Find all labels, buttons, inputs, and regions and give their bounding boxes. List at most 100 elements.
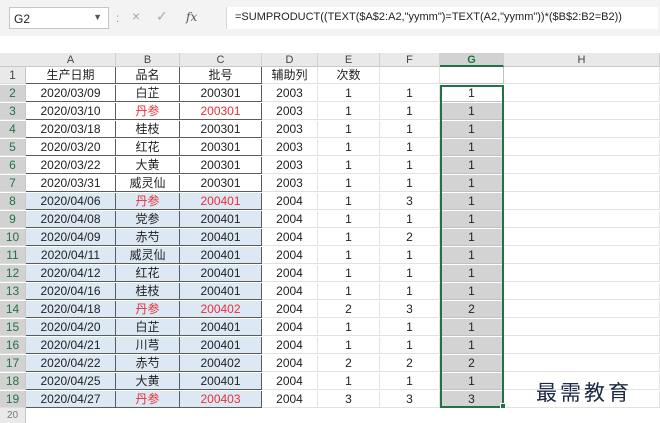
table-cell-aux[interactable]: 2004 — [262, 391, 318, 408]
table-cell-name[interactable]: 丹参 — [116, 301, 180, 318]
table-cell-aux[interactable]: 2004 — [262, 193, 318, 210]
table-cell-aux[interactable]: 2004 — [262, 319, 318, 336]
table-cell-aux[interactable]: 2004 — [262, 301, 318, 318]
table-cell-f[interactable]: 1 — [380, 211, 440, 228]
row-header[interactable]: 14 — [0, 301, 26, 318]
table-cell-batch[interactable]: 200403 — [180, 391, 262, 408]
table-cell-g[interactable]: 1 — [440, 247, 504, 264]
table-cell-aux[interactable]: 2003 — [262, 103, 318, 120]
table-cell-name[interactable]: 威灵仙 — [116, 247, 180, 264]
row-header[interactable]: 8 — [0, 193, 26, 210]
table-cell-count[interactable]: 1 — [318, 319, 380, 336]
table-cell-count[interactable]: 1 — [318, 85, 380, 102]
table-cell-name[interactable]: 赤芍 — [116, 229, 180, 246]
table-cell-count[interactable]: 1 — [318, 265, 380, 282]
table-cell-g[interactable]: 1 — [440, 157, 504, 174]
table-cell-f[interactable]: 3 — [380, 193, 440, 210]
table-cell-batch[interactable]: 200301 — [180, 157, 262, 174]
table-cell-date[interactable]: 2020/04/11 — [26, 247, 116, 264]
table-cell-date[interactable]: 2020/04/06 — [26, 193, 116, 210]
table-cell-name[interactable]: 丹参 — [116, 391, 180, 408]
row-header[interactable]: 10 — [0, 229, 26, 246]
table-cell-date[interactable]: 2020/03/31 — [26, 175, 116, 192]
table-cell-batch[interactable]: 200402 — [180, 355, 262, 372]
table-cell-g[interactable]: 1 — [440, 103, 504, 120]
table-cell-f[interactable]: 1 — [380, 337, 440, 354]
table-cell-aux[interactable]: 2003 — [262, 121, 318, 138]
table-cell-h[interactable] — [504, 193, 660, 210]
row-header[interactable]: 7 — [0, 175, 26, 192]
table-cell-count[interactable]: 1 — [318, 103, 380, 120]
table-cell-name[interactable]: 白芷 — [116, 319, 180, 336]
column-header-e[interactable]: E — [318, 53, 380, 67]
table-cell-name[interactable]: 桂枝 — [116, 121, 180, 138]
table-cell-batch[interactable]: 200401 — [180, 373, 262, 390]
table-cell-name[interactable]: 红花 — [116, 139, 180, 156]
table-cell-batch[interactable]: 200301 — [180, 121, 262, 138]
table-cell-aux[interactable]: 2004 — [262, 211, 318, 228]
table-cell-g[interactable]: 1 — [440, 211, 504, 228]
table-cell-h[interactable] — [504, 337, 660, 354]
table-cell-date[interactable]: 2020/04/12 — [26, 265, 116, 282]
row-header[interactable]: 16 — [0, 337, 26, 354]
table-cell-f[interactable]: 1 — [380, 175, 440, 192]
table-cell-count[interactable]: 1 — [318, 373, 380, 390]
table-cell-f[interactable]: 1 — [380, 373, 440, 390]
confirm-icon[interactable]: ✓ — [156, 8, 168, 25]
table-cell-aux[interactable]: 2004 — [262, 355, 318, 372]
table-cell-f[interactable]: 3 — [380, 301, 440, 318]
table-cell-h[interactable] — [504, 103, 660, 120]
table-cell-name[interactable]: 白芷 — [116, 85, 180, 102]
row-header-20[interactable]: 20 — [0, 408, 26, 423]
table-cell-g[interactable]: 1 — [440, 229, 504, 246]
table-cell-batch[interactable]: 200301 — [180, 139, 262, 156]
table-cell-count[interactable]: 1 — [318, 121, 380, 138]
table-cell-f[interactable]: 1 — [380, 319, 440, 336]
row-header[interactable]: 11 — [0, 247, 26, 264]
row-header[interactable]: 2 — [0, 85, 26, 102]
table-cell-name[interactable]: 红花 — [116, 265, 180, 282]
table-cell-g[interactable]: 1 — [440, 193, 504, 210]
table-cell-g[interactable]: 1 — [440, 319, 504, 336]
table-cell-name[interactable]: 丹参 — [116, 103, 180, 120]
table-cell-count[interactable]: 1 — [318, 139, 380, 156]
table-cell-count[interactable]: 1 — [318, 157, 380, 174]
table-cell-count[interactable]: 1 — [318, 193, 380, 210]
column-header-d[interactable]: D — [262, 53, 318, 67]
table-cell-date[interactable]: 2020/03/10 — [26, 103, 116, 120]
table-cell-name[interactable]: 桂枝 — [116, 283, 180, 300]
table-cell-name[interactable]: 赤芍 — [116, 355, 180, 372]
table-cell-g[interactable]: 3 — [440, 391, 504, 408]
column-header-g[interactable]: G — [440, 53, 504, 67]
table-cell-batch[interactable]: 200301 — [180, 175, 262, 192]
table-cell-batch[interactable]: 200401 — [180, 211, 262, 228]
table-cell-aux[interactable]: 2004 — [262, 337, 318, 354]
table-cell-g[interactable]: 1 — [440, 265, 504, 282]
table-cell-count[interactable]: 1 — [318, 211, 380, 228]
table-cell-g[interactable]: 1 — [440, 139, 504, 156]
column-header-f[interactable]: F — [380, 53, 440, 67]
table-cell-h[interactable] — [504, 139, 660, 156]
row-header-1[interactable]: 1 — [0, 67, 26, 84]
row-header[interactable]: 9 — [0, 211, 26, 228]
row-header[interactable]: 5 — [0, 139, 26, 156]
table-cell-name[interactable]: 大黄 — [116, 373, 180, 390]
table-cell-h[interactable] — [504, 121, 660, 138]
table-cell-aux[interactable]: 2004 — [262, 265, 318, 282]
table-cell-aux[interactable]: 2004 — [262, 247, 318, 264]
column-header-a[interactable]: A — [26, 53, 116, 67]
table-cell-batch[interactable]: 200401 — [180, 283, 262, 300]
header-cell-f[interactable] — [380, 67, 440, 84]
table-cell-g[interactable]: 1 — [440, 337, 504, 354]
table-cell-h[interactable] — [504, 319, 660, 336]
table-cell-name[interactable]: 党参 — [116, 211, 180, 228]
table-cell-date[interactable]: 2020/04/20 — [26, 319, 116, 336]
table-cell-count[interactable]: 1 — [318, 247, 380, 264]
row-header[interactable]: 15 — [0, 319, 26, 336]
table-cell-f[interactable]: 3 — [380, 391, 440, 408]
table-cell-g[interactable]: 1 — [440, 283, 504, 300]
table-cell-count[interactable]: 2 — [318, 301, 380, 318]
table-cell-f[interactable]: 1 — [380, 247, 440, 264]
table-cell-batch[interactable]: 200301 — [180, 103, 262, 120]
table-cell-f[interactable]: 1 — [380, 265, 440, 282]
